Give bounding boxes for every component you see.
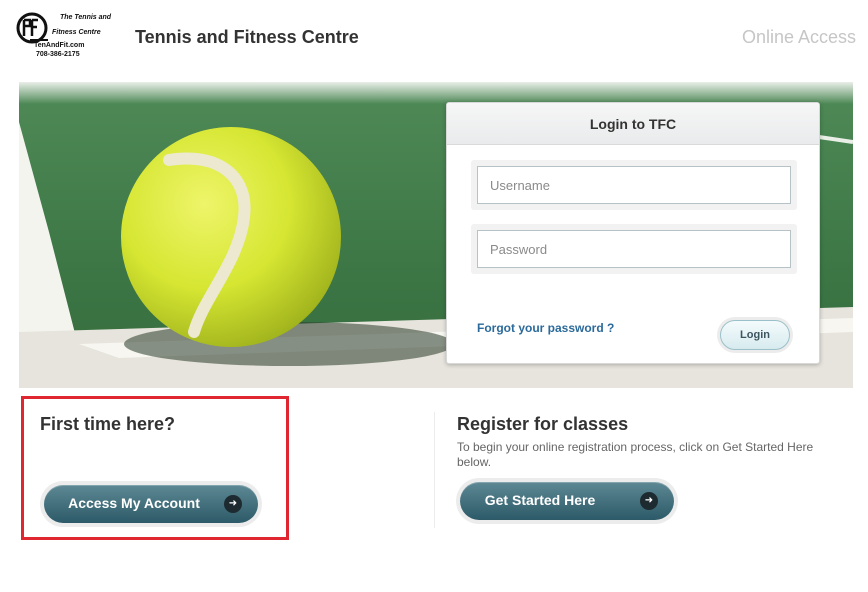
login-panel: Login to TFC Forgot your password ? Logi…	[446, 102, 820, 364]
section-divider	[434, 412, 435, 528]
username-input[interactable]	[477, 166, 791, 204]
password-input[interactable]	[477, 230, 791, 268]
logo-mark-icon	[16, 12, 48, 44]
logo-text-line1: The Tennis and	[60, 14, 112, 21]
site-title: Tennis and Fitness Centre	[135, 27, 359, 47]
get-started-label: Get Started Here	[484, 492, 596, 508]
register-title: Register for classes	[457, 414, 629, 434]
club-logo[interactable]: The Tennis and Fitness Centre TenAndFit.…	[14, 10, 112, 60]
access-my-account-label: Access My Account	[68, 495, 200, 511]
logo-text-line2: Fitness Centre	[52, 29, 101, 36]
login-panel-header: Login to TFC	[447, 103, 819, 145]
logo-phone: 708-386-2175	[36, 51, 80, 58]
access-my-account-button[interactable]: Access My Account ➜	[44, 485, 258, 523]
access-account-button-wrap: Access My Account ➜	[40, 481, 262, 527]
login-button[interactable]: Login	[720, 320, 790, 350]
forgot-password-link[interactable]: Forgot your password ?	[477, 321, 614, 335]
first-time-title: First time here?	[40, 414, 176, 434]
logo-url: TenAndFit.com	[34, 42, 85, 49]
password-field-wrap	[471, 224, 797, 274]
username-field-wrap	[471, 160, 797, 210]
get-started-here-button[interactable]: Get Started Here ➜	[460, 482, 674, 520]
arrow-right-icon: ➜	[640, 492, 658, 510]
get-started-button-wrap: Get Started Here ➜	[456, 478, 678, 524]
login-button-wrap: Login	[717, 317, 793, 353]
arrow-right-icon: ➜	[224, 495, 242, 513]
first-time-section: First time here? Access My Account ➜	[21, 396, 289, 540]
page-header: The Tennis and Fitness Centre TenAndFit.…	[0, 0, 868, 80]
login-title: Login to TFC	[589, 116, 677, 132]
register-description: To begin your online registration proces…	[457, 440, 814, 469]
online-access-heading: Online Access	[741, 27, 856, 47]
